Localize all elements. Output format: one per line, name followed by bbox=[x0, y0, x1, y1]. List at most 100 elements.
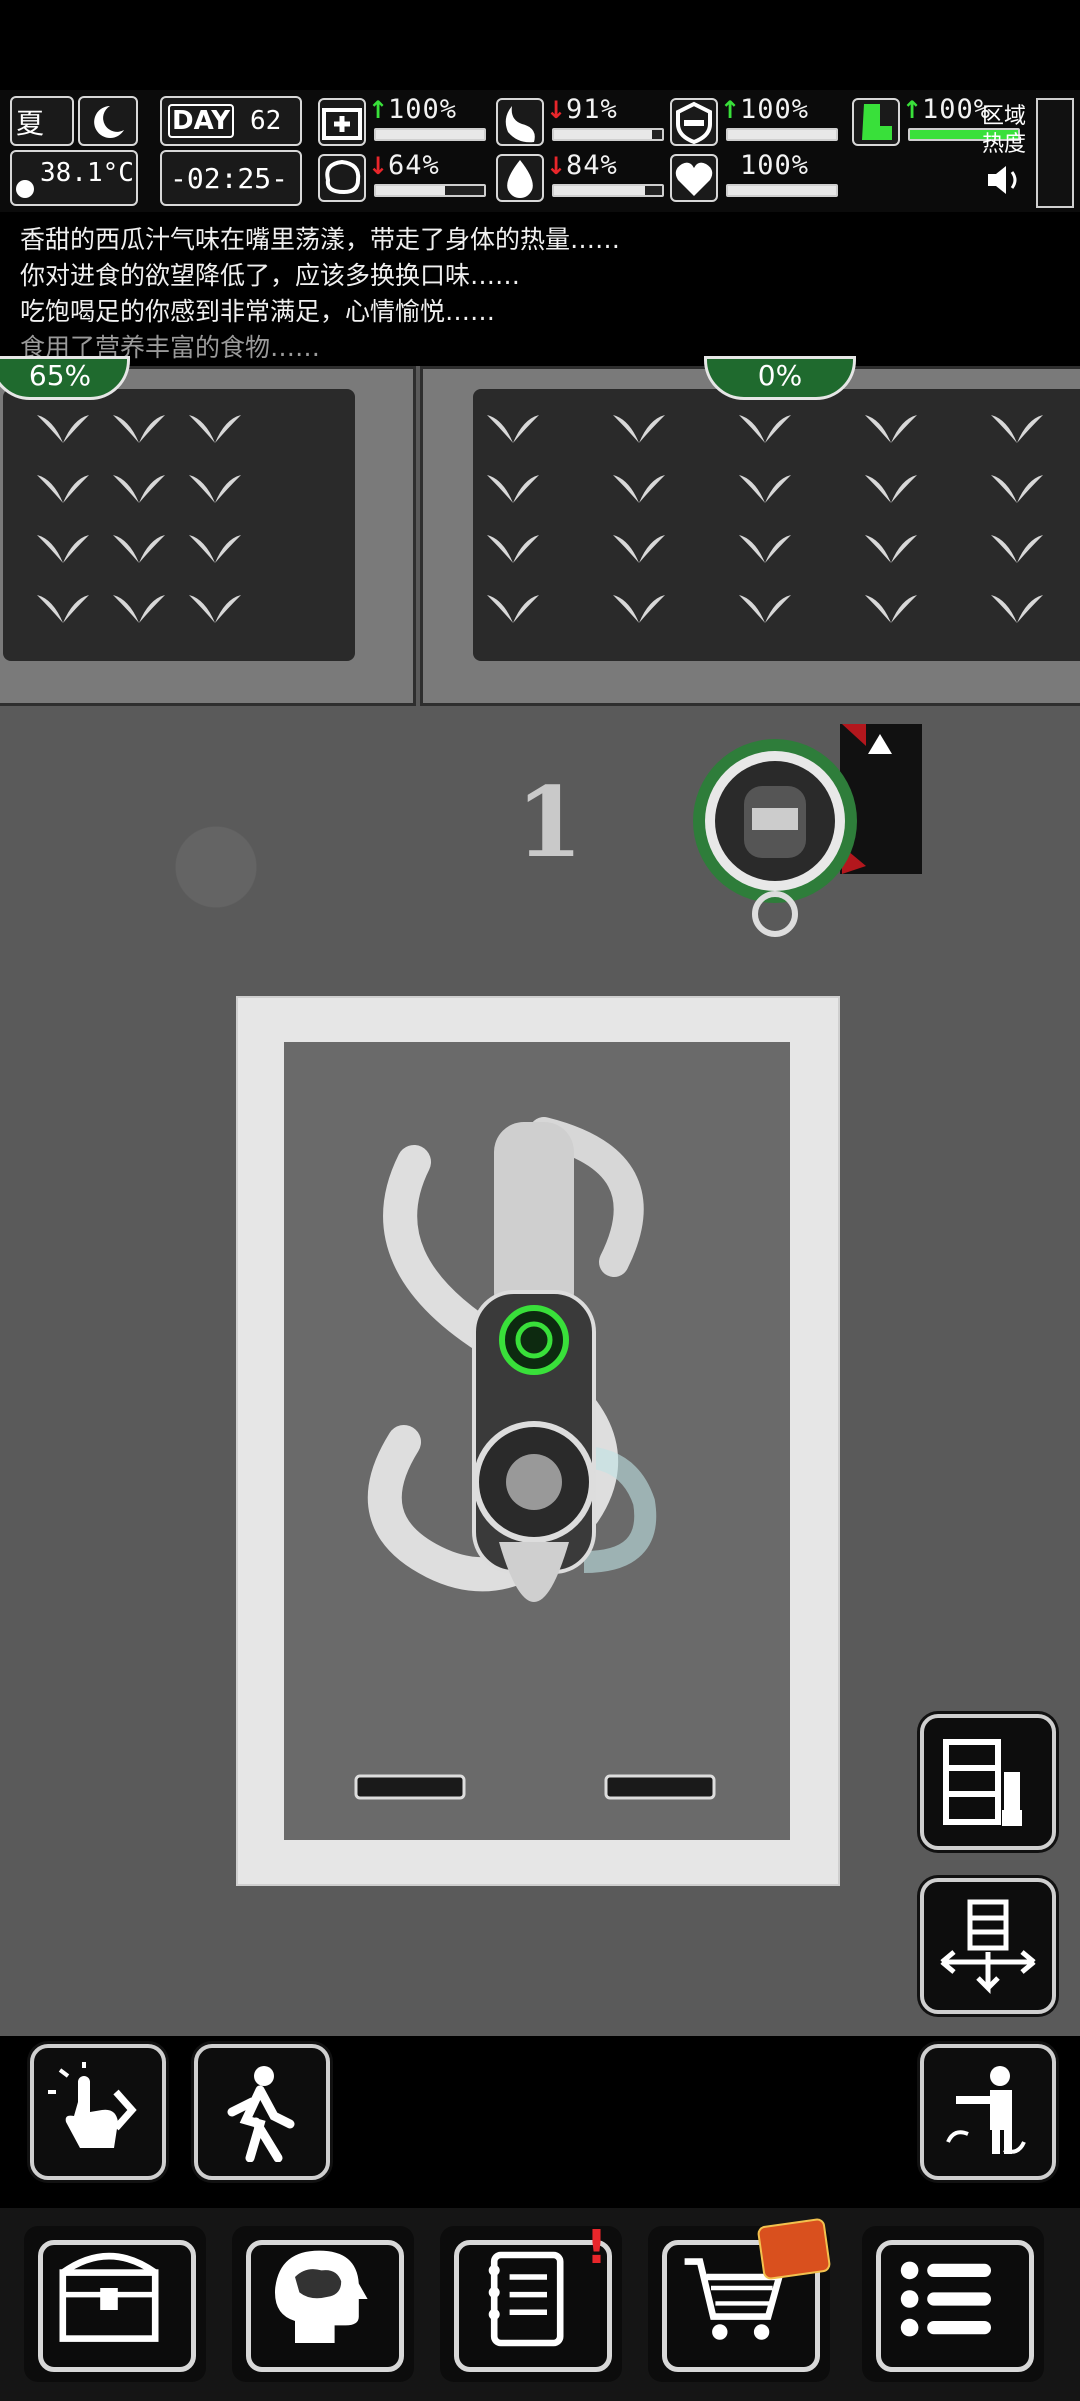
day-label: DAY bbox=[168, 104, 235, 138]
crop-sprout-icon bbox=[487, 415, 539, 443]
crop-sprout-icon bbox=[113, 415, 165, 443]
temperature-value: 38.1°C bbox=[40, 158, 134, 188]
crop-sprout-icon bbox=[189, 595, 241, 623]
farm-plot-right[interactable] bbox=[420, 366, 1080, 706]
boot-icon bbox=[852, 98, 900, 146]
crop-sprout-icon bbox=[37, 595, 89, 623]
region-heat-meter bbox=[1036, 98, 1074, 208]
day-panel: DAY 62 bbox=[160, 96, 302, 146]
crop-sprout-icon bbox=[865, 415, 917, 443]
event-card[interactable] bbox=[236, 996, 840, 1886]
log-line-3: 吃饱喝足的你感到非常满足，心情愉悦…… bbox=[20, 297, 496, 326]
medkit-icon bbox=[318, 98, 366, 146]
stat-value: 100% bbox=[740, 94, 810, 125]
status-hud: 夏 38.1°C DAY 62 -02:25- ↑ 100% ↓ 91% ↑ 100% ↑ 1… bbox=[0, 90, 1080, 212]
stat-bar bbox=[552, 184, 664, 197]
stat-bar bbox=[374, 128, 486, 141]
season-badge: 夏 bbox=[10, 96, 74, 146]
crop-sprout-icon bbox=[739, 415, 791, 443]
crop-sprout-icon bbox=[37, 475, 89, 503]
crop-sprout-icon bbox=[113, 535, 165, 563]
plot-left-progress-value: 65% bbox=[28, 359, 92, 392]
crop-sprout-icon bbox=[865, 475, 917, 503]
trend-up-icon: ↑ bbox=[368, 96, 389, 124]
crop-sprout-icon bbox=[613, 595, 665, 623]
crop-sprout-icon bbox=[739, 535, 791, 563]
trend-down-icon: ↓ bbox=[546, 96, 567, 124]
stat-bar bbox=[726, 128, 838, 141]
trend-down-icon: ↓ bbox=[546, 152, 567, 180]
combat-stance-button[interactable] bbox=[920, 2044, 1056, 2180]
stat-value: 84% bbox=[566, 150, 618, 181]
crop-sprout-icon bbox=[991, 475, 1043, 503]
crop-sprout-icon bbox=[189, 415, 241, 443]
temperature-panel: 38.1°C bbox=[10, 150, 138, 206]
alert-badge-icon: ! bbox=[586, 2220, 607, 2274]
stomach-icon bbox=[496, 98, 544, 146]
plot-left-progress: 65% bbox=[0, 356, 130, 400]
crop-sprout-icon bbox=[487, 535, 539, 563]
interact-tap-button[interactable] bbox=[30, 2044, 166, 2180]
crop-sprout-icon bbox=[865, 535, 917, 563]
crop-sprout-icon bbox=[113, 595, 165, 623]
crop-sprout-icon bbox=[739, 475, 791, 503]
log-line-2: 你对进食的欲望降低了，应该多换换口味…… bbox=[20, 261, 521, 290]
notebook-icon bbox=[488, 2251, 564, 2347]
crop-sprout-icon bbox=[991, 415, 1043, 443]
plot-right-progress: 0% bbox=[704, 356, 856, 400]
message-log: 香甜的西瓜汁气味在嘴里荡漾，带走了身体的热量…… 你对进食的欲望降低了，应该多换… bbox=[0, 216, 1080, 364]
brain-icon bbox=[318, 154, 366, 202]
move-furniture-button[interactable] bbox=[920, 1878, 1056, 2014]
trend-down-icon: ↓ bbox=[368, 152, 389, 180]
chest-icon bbox=[59, 2252, 159, 2342]
stat-bar bbox=[726, 184, 838, 197]
player-avatar[interactable] bbox=[680, 716, 930, 946]
farm-plot-left[interactable] bbox=[0, 366, 416, 706]
crop-sprout-icon bbox=[865, 595, 917, 623]
head-brain-icon bbox=[275, 2250, 368, 2343]
stat-value: 100% bbox=[388, 94, 458, 125]
thermometer-icon bbox=[16, 180, 34, 198]
stat-value: 91% bbox=[566, 94, 618, 125]
clock-panel: -02:25- bbox=[160, 150, 302, 206]
day-number: 62 bbox=[250, 106, 282, 136]
floor-marker: 1 bbox=[516, 766, 583, 879]
build-furniture-button[interactable] bbox=[920, 1714, 1056, 1850]
skills-brain-button[interactable] bbox=[232, 2226, 414, 2382]
stat-bar bbox=[552, 128, 664, 141]
water-drop-icon bbox=[496, 154, 544, 202]
stat-bar bbox=[374, 184, 486, 197]
shop-cart-button[interactable] bbox=[648, 2217, 832, 2382]
region-heat-panel: 区域 热度 bbox=[978, 98, 1038, 208]
heart-icon bbox=[670, 154, 718, 202]
journal-button[interactable]: ! bbox=[440, 2220, 622, 2382]
crop-sprout-icon bbox=[739, 595, 791, 623]
walk-mode-button[interactable] bbox=[194, 2044, 330, 2180]
moon-icon bbox=[78, 96, 138, 146]
main-menu-button[interactable] bbox=[862, 2226, 1044, 2382]
region-heat-label-2: 热度 bbox=[982, 132, 1027, 157]
speaker-icon[interactable] bbox=[984, 162, 1024, 198]
stat-value: 100% bbox=[740, 150, 810, 181]
crop-sprout-icon bbox=[37, 535, 89, 563]
event-new-badge-icon bbox=[756, 2217, 832, 2281]
crop-sprout-icon bbox=[189, 475, 241, 503]
menu-list-icon bbox=[900, 2261, 991, 2337]
crop-sprout-icon bbox=[487, 595, 539, 623]
clock-value: -02:25- bbox=[170, 162, 289, 195]
crop-sprout-icon bbox=[189, 535, 241, 563]
interaction-steering-wheel-icon bbox=[499, 1305, 569, 1375]
crop-sprout-icon bbox=[113, 475, 165, 503]
log-line-1: 香甜的西瓜汁气味在嘴里荡漾，带走了身体的热量…… bbox=[20, 225, 621, 254]
crop-sprout-icon bbox=[487, 475, 539, 503]
crop-sprout-icon bbox=[991, 595, 1043, 623]
crop-sprout-icon bbox=[613, 475, 665, 503]
storage-chest-button[interactable] bbox=[24, 2226, 206, 2382]
plot-right-progress-value: 0% bbox=[757, 359, 803, 392]
bottom-nav: ! bbox=[0, 2208, 1080, 2401]
crop-sprout-icon bbox=[37, 415, 89, 443]
crop-sprout-icon bbox=[991, 535, 1043, 563]
card-artwork bbox=[284, 1042, 790, 1840]
trend-up-icon: ↑ bbox=[902, 96, 923, 124]
game-map[interactable]: 65% 0% 1 bbox=[0, 356, 1080, 2180]
